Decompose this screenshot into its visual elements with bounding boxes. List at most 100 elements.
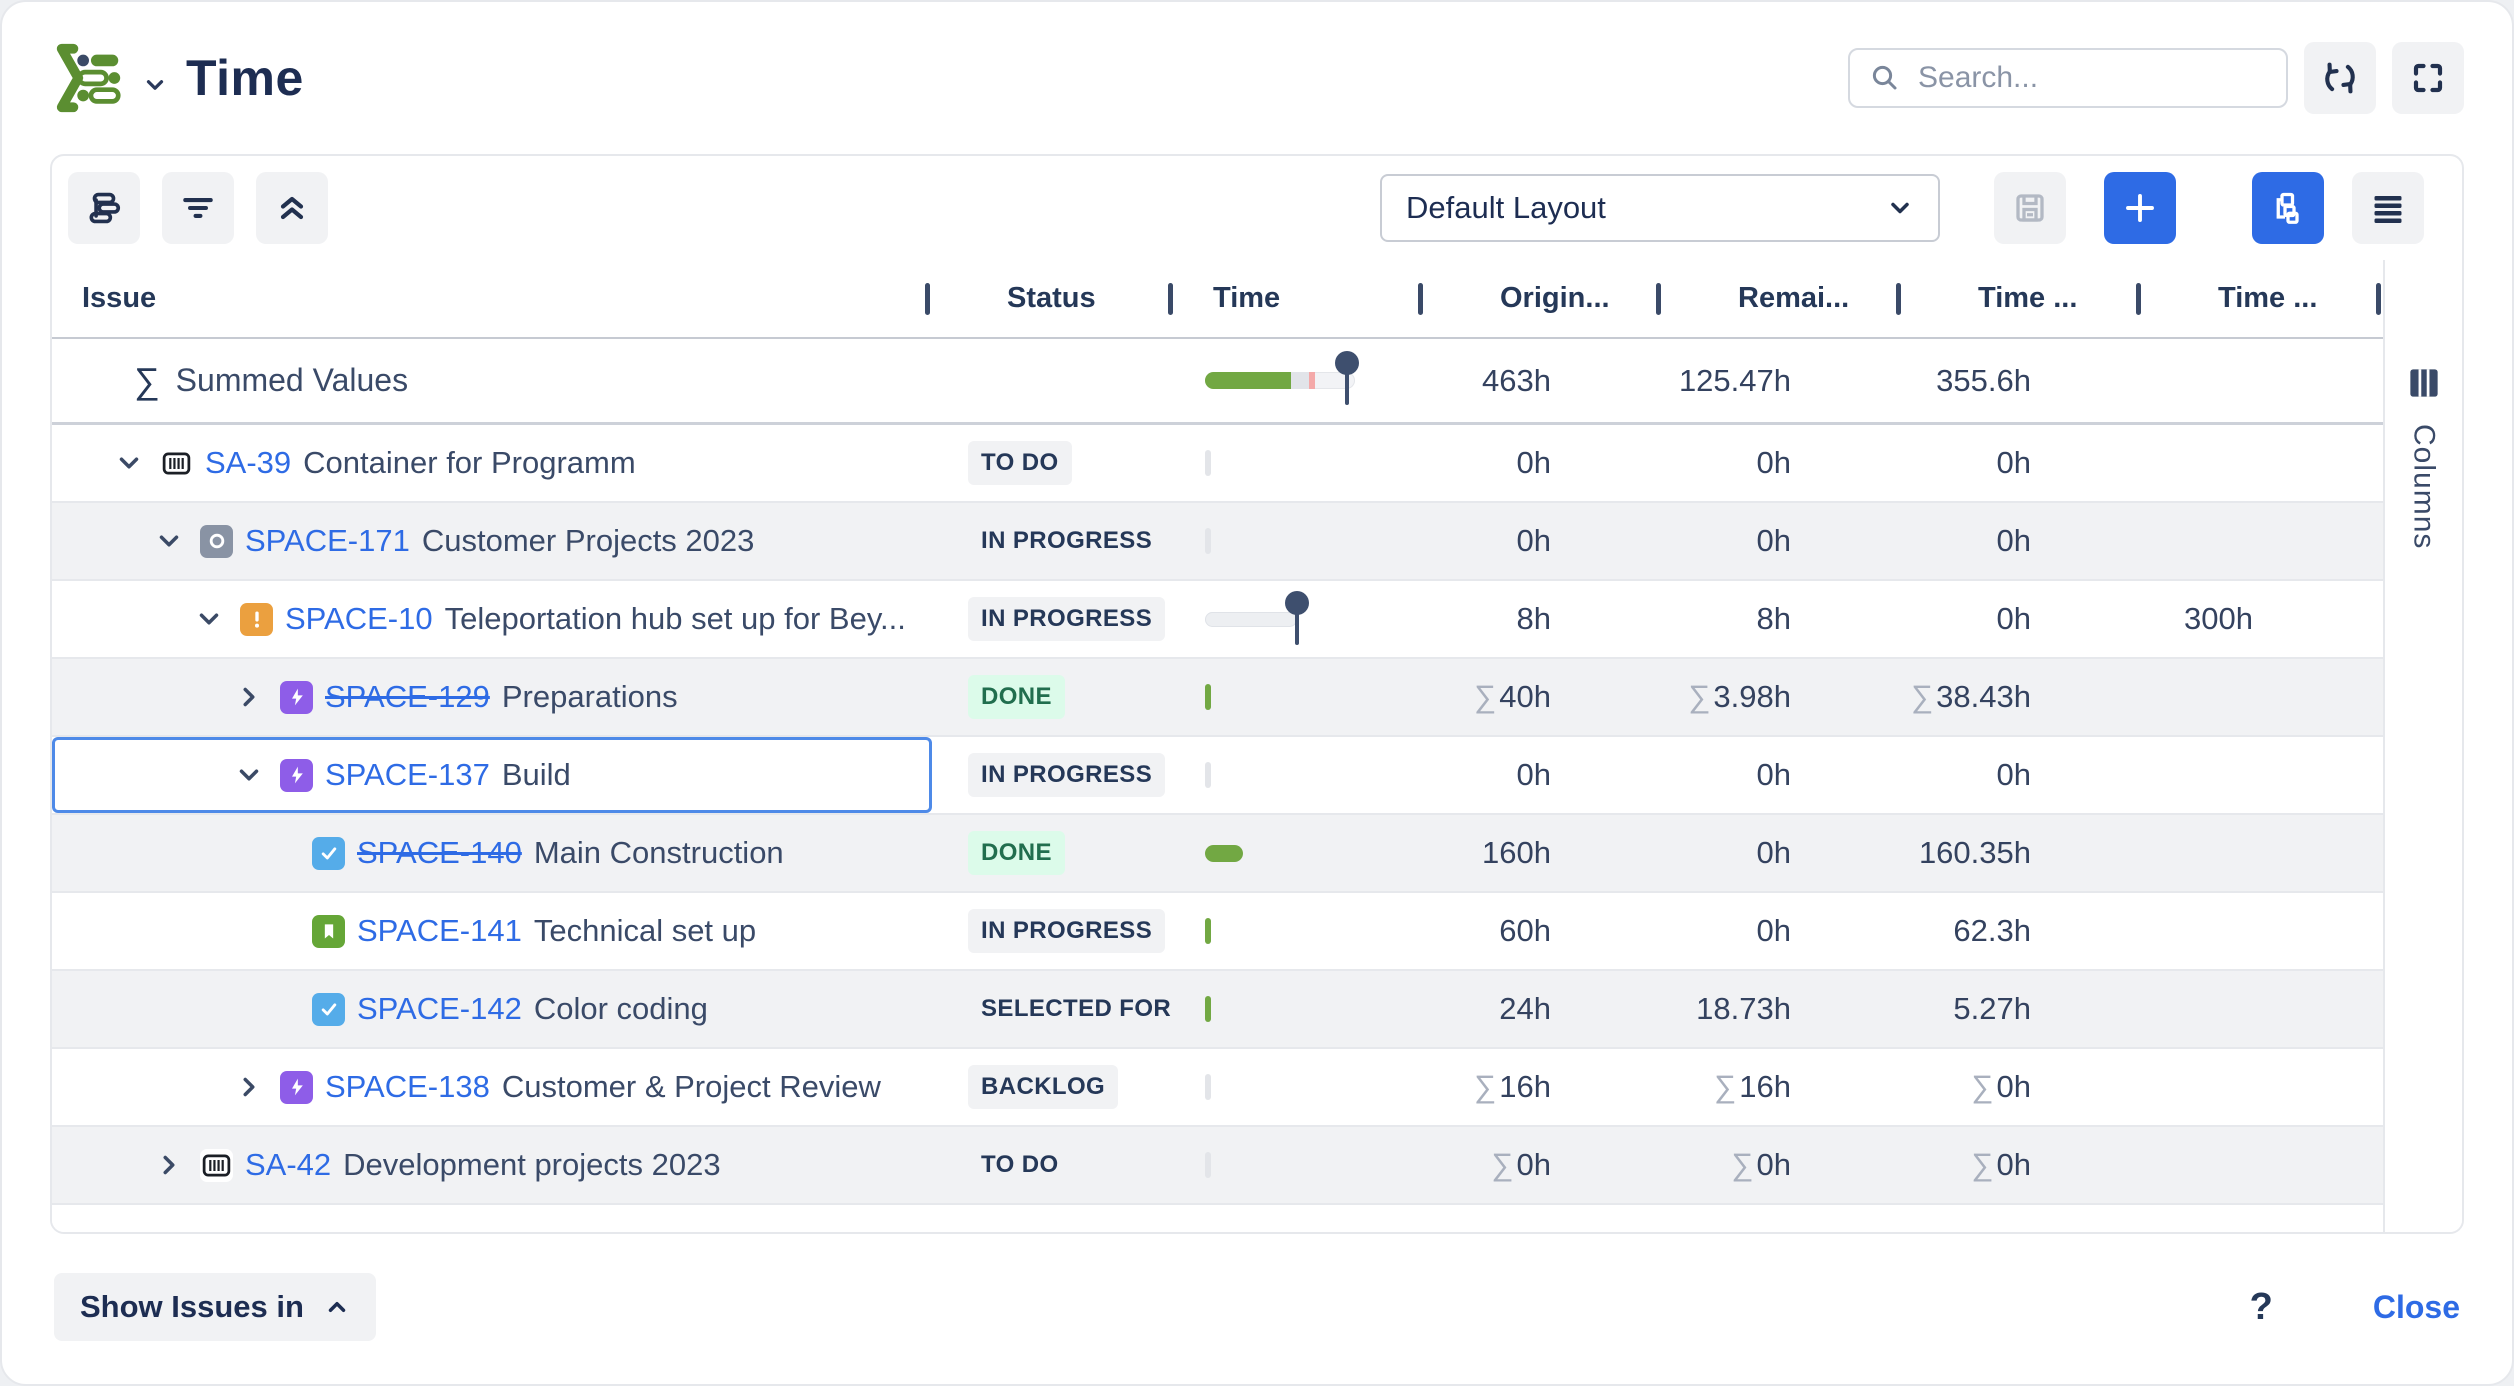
fullscreen-button[interactable] [2392, 42, 2464, 114]
summed-time-progress-bar [1205, 372, 1355, 389]
remaining-value: 8h [1663, 601, 1903, 637]
chevron-down-icon[interactable] [110, 444, 148, 482]
table-row[interactable]: SPACE-129 Preparations DONE ∑40h ∑3.98h … [52, 659, 2383, 737]
status-badge[interactable]: IN PROGRESS [968, 753, 1165, 797]
issue-key-link[interactable]: SPACE-129 [325, 679, 490, 715]
time-bar [1205, 612, 1297, 627]
save-layout-button[interactable] [1994, 172, 2066, 244]
issue-key-link[interactable]: SPACE-171 [245, 523, 410, 559]
issue-key-link[interactable]: SPACE-138 [325, 1069, 490, 1105]
issue-key-link[interactable]: SPACE-10 [285, 601, 433, 637]
table-row[interactable]: SA-42 Development projects 2023 TO DO ∑0… [52, 1127, 2383, 1205]
column-resize-handle[interactable] [925, 283, 930, 315]
issue-summary: Technical set up [534, 913, 756, 949]
column-resize-handle[interactable] [1168, 283, 1173, 315]
remaining-value: ∑3.98h [1663, 679, 1903, 715]
table-row[interactable]: SPACE-142 Color coding SELECTED FOR 24h … [52, 971, 2383, 1049]
table-row-selected[interactable]: SPACE-137 Build IN PROGRESS 0h 0h 0h [52, 737, 2383, 815]
status-badge[interactable]: IN PROGRESS [968, 519, 1165, 563]
issue-key-link[interactable]: SPACE-141 [357, 913, 522, 949]
group-by-button[interactable] [68, 172, 140, 244]
help-button[interactable]: ? [2250, 1286, 2273, 1329]
column-resize-handle[interactable] [1896, 283, 1901, 315]
chevron-right-icon[interactable] [230, 678, 268, 716]
issue-type-task-icon [312, 993, 345, 1026]
issue-type-theme-icon [200, 525, 233, 558]
issue-key-link[interactable]: SA-39 [205, 445, 291, 481]
status-badge[interactable]: DONE [968, 831, 1065, 875]
fullscreen-icon [2410, 60, 2446, 96]
column-header-time-spent[interactable]: Time ... [1903, 260, 2143, 337]
status-badge[interactable]: IN PROGRESS [968, 597, 1165, 641]
summed-original-estimate: 463h [1425, 363, 1663, 399]
chevron-down-icon[interactable] [190, 600, 228, 638]
issue-summary: Main Construction [534, 835, 784, 871]
status-badge[interactable]: IN PROGRESS [968, 909, 1165, 953]
tree-view-button[interactable] [2252, 172, 2324, 244]
refresh-button[interactable] [2304, 42, 2376, 114]
issue-key-link[interactable]: SPACE-142 [357, 991, 522, 1027]
summed-values-label: Summed Values [176, 362, 408, 399]
issue-summary: Development projects 2023 [343, 1147, 720, 1183]
column-resize-handle[interactable] [1418, 283, 1423, 315]
column-header-remaining[interactable]: Remai... [1663, 260, 1903, 337]
chevron-right-icon[interactable] [230, 1068, 268, 1106]
table-row[interactable]: SPACE-10 Teleportation hub set up for Be… [52, 581, 2383, 659]
issue-key-link[interactable]: SPACE-140 [357, 835, 522, 871]
time-bar [1205, 762, 1211, 788]
column-header-time-4[interactable]: Time ... [2143, 260, 2383, 337]
issue-type-container-icon [160, 447, 193, 480]
search-input[interactable] [1918, 61, 2304, 95]
issue-summary: Teleportation hub set up for Bey... [445, 601, 906, 637]
issue-key-link[interactable]: SA-42 [245, 1147, 331, 1183]
column-header-status[interactable]: Status [932, 260, 1175, 337]
app-logo-sigma-icon[interactable] [50, 39, 128, 117]
chevron-right-icon[interactable] [150, 1146, 188, 1184]
table-row[interactable]: SPACE-141 Technical set up IN PROGRESS 6… [52, 893, 2383, 971]
issue-summary: Color coding [534, 991, 708, 1027]
refresh-icon [2321, 59, 2359, 97]
column-header-time[interactable]: Time [1175, 260, 1425, 337]
time-bar [1205, 996, 1211, 1022]
status-badge[interactable]: TO DO [968, 441, 1072, 485]
list-view-button[interactable] [2352, 172, 2424, 244]
column-resize-handle[interactable] [2376, 283, 2381, 315]
column-header-issue[interactable]: Issue [52, 260, 932, 337]
status-badge[interactable]: TO DO [968, 1143, 1072, 1187]
table-row[interactable]: SA-39 Container for Programm TO DO 0h 0h… [52, 425, 2383, 503]
original-estimate-value: 24h [1425, 991, 1663, 1027]
issue-key-link[interactable]: SPACE-137 [325, 757, 490, 793]
column-header-original-estimate[interactable]: Origin... [1425, 260, 1663, 337]
app-switcher-chevron-down-icon[interactable] [142, 72, 168, 98]
table-row[interactable]: SPACE-138 Customer & Project Review BACK… [52, 1049, 2383, 1127]
chevron-down-icon[interactable] [150, 522, 188, 560]
time-tracking-panel: Time [0, 0, 2514, 1386]
estimate-marker-icon [1335, 351, 1359, 409]
add-button[interactable] [2104, 172, 2176, 244]
search-box[interactable] [1848, 48, 2288, 108]
issue-type-task-icon [312, 837, 345, 870]
show-issues-in-button[interactable]: Show Issues in [54, 1273, 376, 1341]
layout-select[interactable]: Default Layout [1380, 174, 1940, 242]
original-estimate-value: 0h [1425, 523, 1663, 559]
status-badge[interactable]: DONE [968, 675, 1065, 719]
collapse-all-button[interactable] [256, 172, 328, 244]
column-resize-handle[interactable] [2136, 283, 2141, 315]
time-spent-value: 62.3h [1903, 913, 2143, 949]
original-estimate-value: 8h [1425, 601, 1663, 637]
close-button[interactable]: Close [2373, 1289, 2460, 1326]
group-by-icon [85, 189, 123, 227]
table-row[interactable]: SPACE-171 Customer Projects 2023 IN PROG… [52, 503, 2383, 581]
remaining-value: 0h [1663, 445, 1903, 481]
table-row[interactable]: SPACE-140 Main Construction DONE 160h 0h… [52, 815, 2383, 893]
chevron-down-icon[interactable] [230, 756, 268, 794]
issue-type-epic-icon [280, 759, 313, 792]
columns-panel-toggle[interactable]: Columns [2383, 260, 2462, 1232]
remaining-value: 18.73h [1663, 991, 1903, 1027]
original-estimate-value: 0h [1425, 445, 1663, 481]
filter-button[interactable] [162, 172, 234, 244]
status-badge[interactable]: SELECTED FOR [968, 987, 1184, 1031]
issue-type-epic-icon [280, 681, 313, 714]
status-badge[interactable]: BACKLOG [968, 1065, 1118, 1109]
column-resize-handle[interactable] [1656, 283, 1661, 315]
